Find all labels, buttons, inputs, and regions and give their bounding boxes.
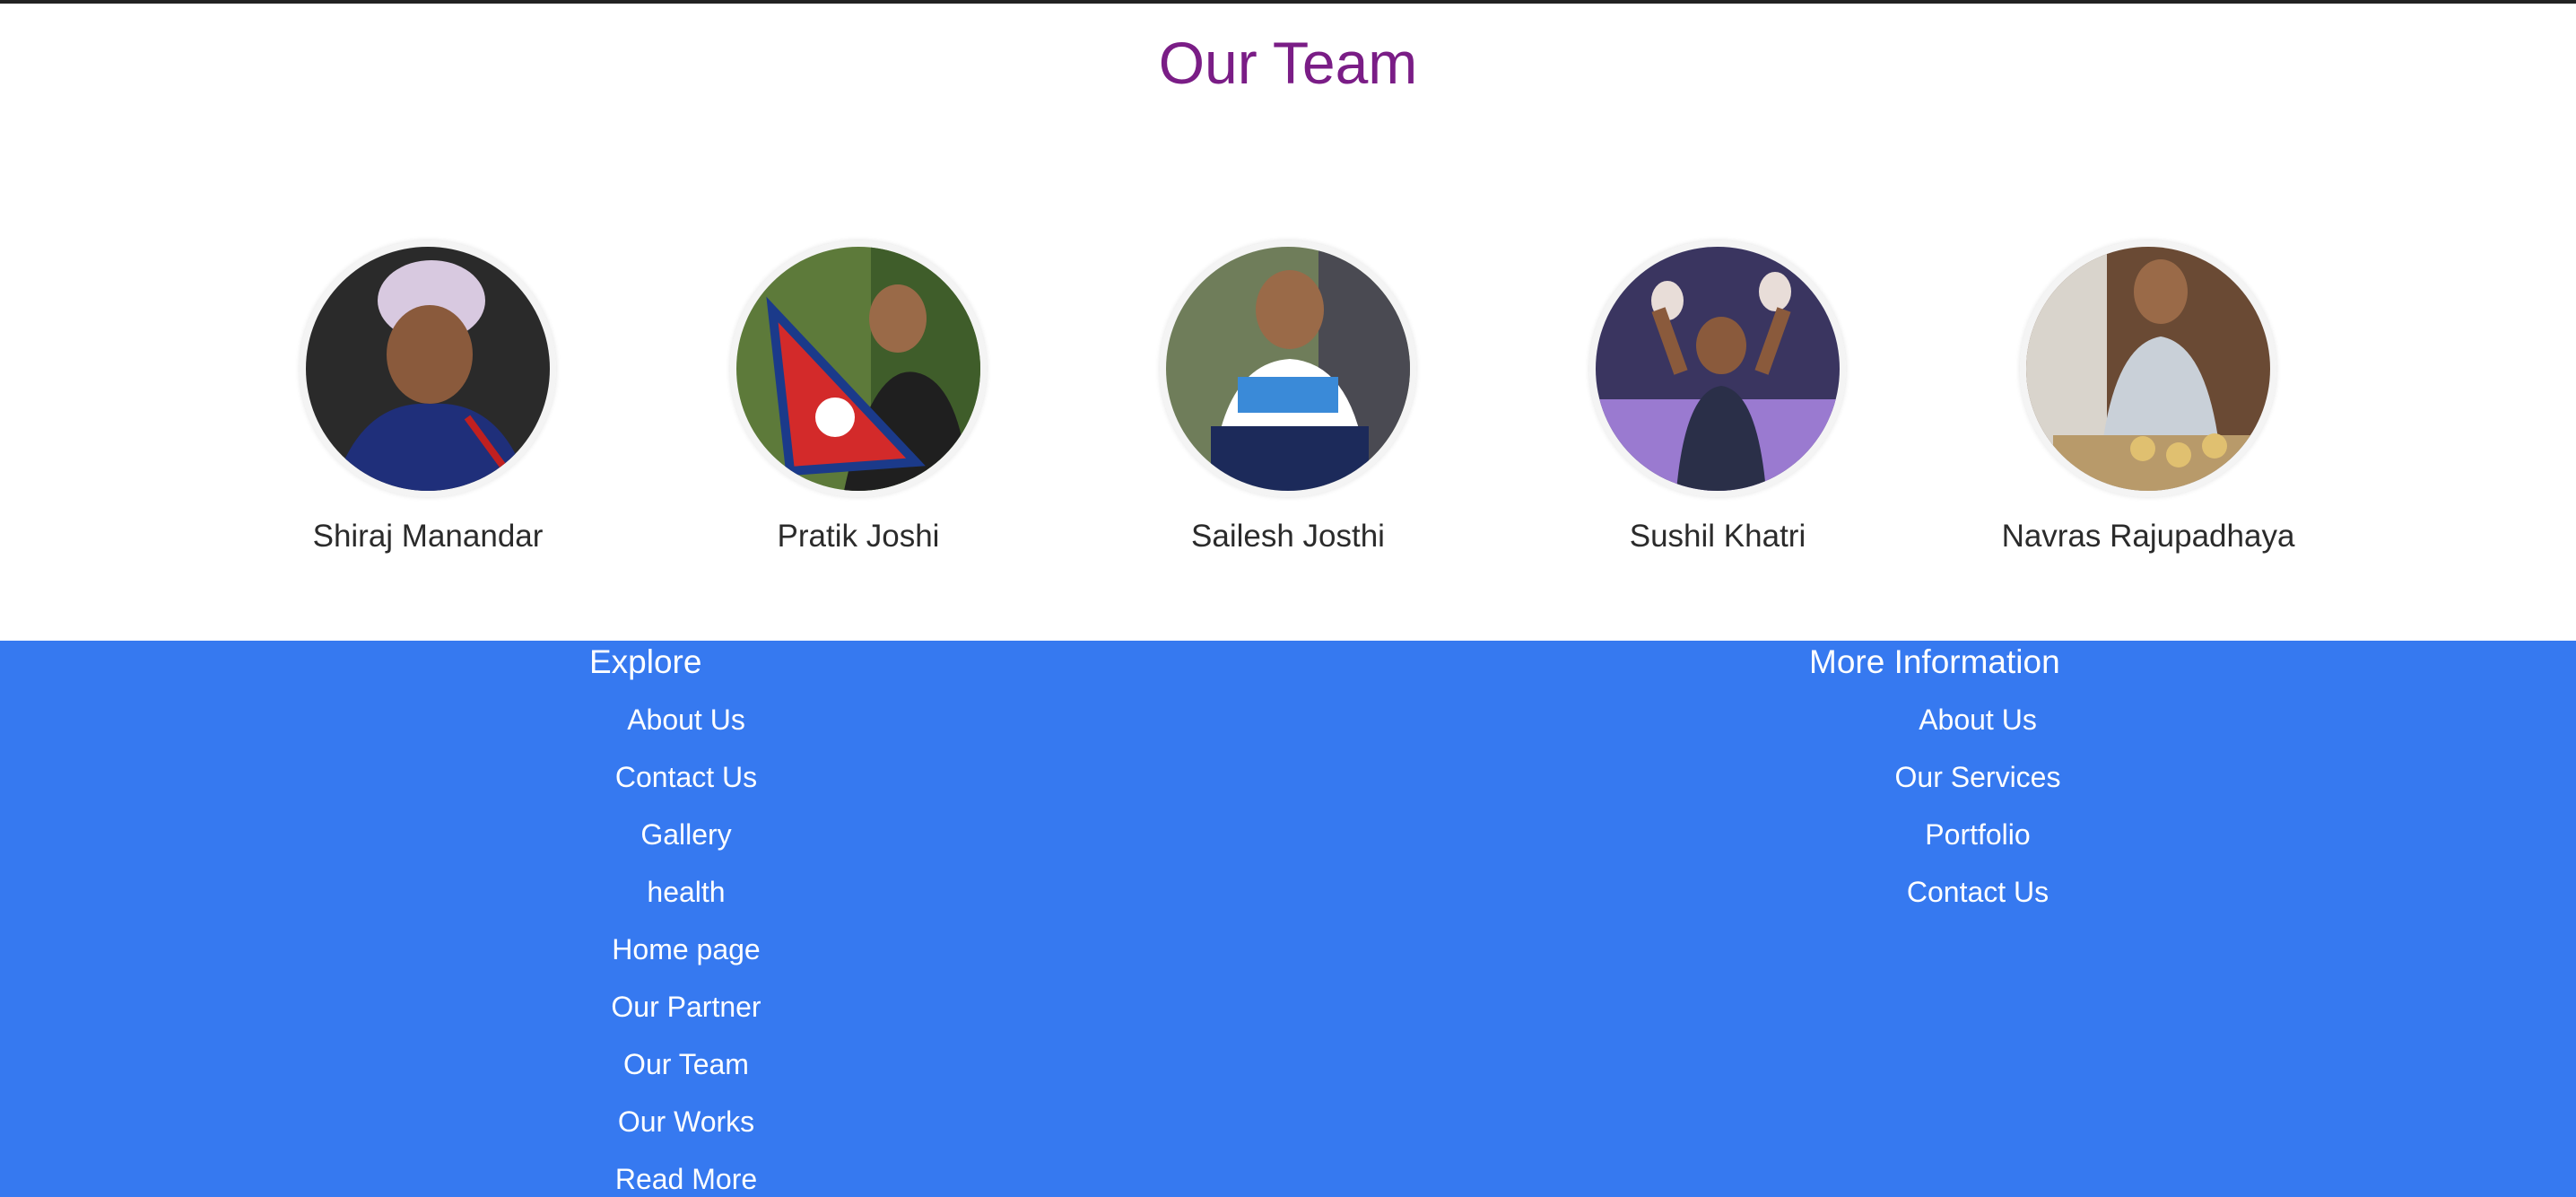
footer-link-contact-us[interactable]: Contact Us [1798,874,2157,931]
footer-link-contact-us[interactable]: Contact Us [507,759,866,817]
site-footer: Explore About Us Contact Us Gallery heal… [0,641,2576,1197]
team-member-card: Shiraj Manandar [213,240,643,556]
footer-link-our-partner[interactable]: Our Partner [507,989,866,1046]
member-name: Sushil Khatri [1629,519,1806,554]
team-member-card: Sushil Khatri [1502,240,1933,556]
member-photo [730,240,987,497]
footer-link-read-more[interactable]: Read More [507,1161,866,1197]
member-name: Sailesh Josthi [1191,519,1385,554]
footer-link-our-works[interactable]: Our Works [507,1104,866,1161]
member-photo [300,240,556,497]
member-photo [1160,240,1416,497]
member-photo [2020,240,2276,497]
footer-link-health[interactable]: health [507,874,866,931]
team-member-card: Pratik Joshi [643,240,1074,556]
footer-more-info-links: About Us Our Services Portfolio Contact … [1798,702,2157,931]
footer-link-our-services[interactable]: Our Services [1798,759,2157,817]
footer-explore-heading: Explore [589,643,702,680]
footer-link-about-us[interactable]: About Us [1798,702,2157,759]
member-name: Navras Rajupadhaya [2001,519,2295,554]
footer-link-our-team[interactable]: Our Team [507,1046,866,1104]
footer-link-about-us[interactable]: About Us [507,702,866,759]
footer-link-home-page[interactable]: Home page [507,931,866,989]
page-title: Our Team [1158,30,1418,96]
footer-explore-links: About Us Contact Us Gallery health Home … [507,702,866,1197]
footer-more-info-heading: More Information [1809,643,2060,680]
footer-link-gallery[interactable]: Gallery [507,817,866,874]
member-name: Shiraj Manandar [312,519,544,554]
team-members-row: Shiraj Manandar Pratik Joshi Sailesh Jos… [0,240,2576,564]
member-photo [1589,240,1846,497]
member-name: Pratik Joshi [777,519,940,554]
team-member-card: Navras Rajupadhaya [1933,240,2363,556]
footer-link-portfolio[interactable]: Portfolio [1798,817,2157,874]
team-member-card: Sailesh Josthi [1073,240,1503,556]
window-top-border [0,0,2576,4]
